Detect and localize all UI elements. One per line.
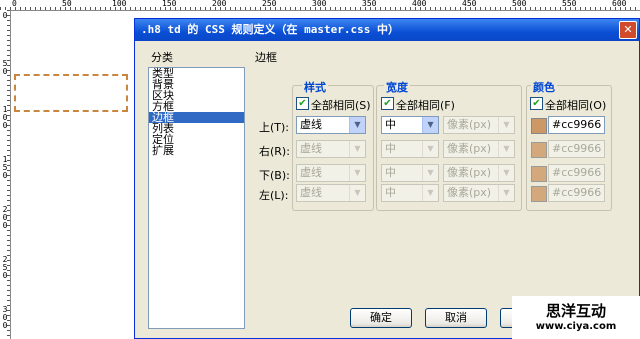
chevron-down-icon: ▼ (422, 185, 438, 201)
style-select-value: 虚线 (300, 118, 322, 131)
style-select-value: 虚线 (300, 166, 322, 179)
ruler-tick: 400 (412, 0, 427, 8)
style-select-value: 虚线 (300, 186, 322, 199)
style-same-all-label: 全部相同(S) (311, 99, 371, 112)
unit-select-top[interactable]: 像素(px) ▼ (443, 116, 515, 134)
ruler-tick: 550 (562, 0, 577, 8)
width-same-all-label: 全部相同(F) (396, 99, 455, 112)
width-group-title: 宽度 (384, 79, 410, 95)
width-select-value: 中 (385, 186, 396, 199)
style-group-title: 样式 (302, 79, 328, 95)
ruler-tick: 600 (612, 0, 627, 8)
ruler-tick: 200 (212, 0, 227, 8)
dialog-title: .h8 td 的 CSS 规则定义（在 master.css 中） (135, 19, 639, 41)
chevron-down-icon: ▼ (498, 141, 514, 157)
width-select-bottom[interactable]: 中 ▼ (381, 164, 439, 182)
chevron-down-icon: ▼ (422, 117, 438, 133)
chevron-down-icon: ▼ (349, 185, 365, 201)
ruler-tick: 150 (162, 0, 177, 8)
color-swatch-left[interactable] (531, 186, 547, 202)
side-label-right: 右(R): (259, 145, 290, 158)
close-icon[interactable]: ✕ (619, 21, 637, 39)
side-label-left: 左(L): (259, 189, 289, 202)
category-header: 分类 (151, 51, 173, 64)
chevron-down-icon: ▼ (422, 165, 438, 181)
color-input-top[interactable]: #cc9966 (548, 116, 605, 134)
ruler-tick: 100 (2, 105, 8, 130)
color-swatch-right[interactable] (531, 142, 547, 158)
ruler-tick: 200 (2, 205, 8, 230)
ruler-tick: 0 (2, 11, 8, 20)
width-same-all-checkbox[interactable]: ✔ (381, 97, 394, 110)
unit-select-right[interactable]: 像素(px) ▼ (443, 140, 515, 158)
unit-select-bottom[interactable]: 像素(px) ▼ (443, 164, 515, 182)
unit-select-value: 像素(px) (447, 142, 492, 155)
color-input-right[interactable]: #cc9966 (548, 140, 605, 158)
width-select-right[interactable]: 中 ▼ (381, 140, 439, 158)
ruler-tick: 150 (2, 155, 8, 180)
chevron-down-icon: ▼ (498, 185, 514, 201)
color-swatch-top[interactable] (531, 118, 547, 134)
ruler-tick: 450 (462, 0, 477, 8)
chevron-down-icon: ▼ (498, 117, 514, 133)
table-cell-dashed-border[interactable] (14, 74, 128, 112)
horizontal-ruler: 0 50 100 150 200 250 300 350 400 450 500… (0, 0, 640, 11)
section-title: 边框 (255, 51, 277, 64)
width-select-value: 中 (385, 166, 396, 179)
ruler-tick: 250 (2, 255, 8, 280)
css-rule-dialog: .h8 td 的 CSS 规则定义（在 master.css 中） ✕ 分类 类… (134, 18, 640, 339)
style-select-right[interactable]: 虚线 ▼ (296, 140, 366, 158)
unit-select-value: 像素(px) (447, 166, 492, 179)
color-input-bottom[interactable]: #cc9966 (548, 164, 605, 182)
unit-select-value: 像素(px) (447, 186, 492, 199)
side-label-bottom: 下(B): (259, 169, 290, 182)
unit-select-left[interactable]: 像素(px) ▼ (443, 184, 515, 202)
chevron-down-icon: ▼ (349, 165, 365, 181)
category-item[interactable]: 扩展 (149, 145, 244, 156)
width-select-value: 中 (385, 118, 396, 131)
ruler-tick: 500 (512, 0, 527, 8)
ruler-tick: 350 (362, 0, 377, 8)
ruler-tick: 300 (312, 0, 327, 8)
width-select-left[interactable]: 中 ▼ (381, 184, 439, 202)
ok-button[interactable]: 确定 (350, 308, 412, 328)
style-select-value: 虚线 (300, 142, 322, 155)
side-label-top: 上(T): (259, 121, 290, 134)
watermark-url: www.ciya.com (535, 321, 617, 332)
width-select-top[interactable]: 中 ▼ (381, 116, 439, 134)
style-select-left[interactable]: 虚线 ▼ (296, 184, 366, 202)
color-group-title: 颜色 (531, 79, 557, 95)
ruler-tick: 0 (12, 0, 17, 8)
color-same-all-label: 全部相同(O) (545, 99, 607, 112)
ruler-tick: 250 (262, 0, 277, 8)
cancel-button[interactable]: 取消 (425, 308, 487, 328)
ruler-tick: 100 (112, 0, 127, 8)
category-list: 类型 背景 区块 方框 边框 列表 定位 扩展 (148, 67, 245, 329)
ruler-tick: 300 (2, 305, 8, 330)
chevron-down-icon: ▼ (349, 117, 365, 133)
chevron-down-icon: ▼ (498, 165, 514, 181)
color-swatch-bottom[interactable] (531, 166, 547, 182)
style-select-bottom[interactable]: 虚线 ▼ (296, 164, 366, 182)
color-input-left[interactable]: #cc9966 (548, 184, 605, 202)
watermark-title: 思洋互动 (545, 302, 606, 320)
color-same-all-checkbox[interactable]: ✔ (530, 97, 543, 110)
site-watermark: 思洋互动 www.ciya.com (512, 296, 640, 339)
width-select-value: 中 (385, 142, 396, 155)
style-select-top[interactable]: 虚线 ▼ (296, 116, 366, 134)
style-same-all-checkbox[interactable]: ✔ (296, 97, 309, 110)
chevron-down-icon: ▼ (349, 141, 365, 157)
ruler-tick: 50 (62, 0, 72, 8)
vertical-ruler: 0 50 100 150 200 250 300 (0, 10, 11, 339)
unit-select-value: 像素(px) (447, 118, 492, 131)
chevron-down-icon: ▼ (422, 141, 438, 157)
ruler-tick: 50 (2, 59, 8, 76)
